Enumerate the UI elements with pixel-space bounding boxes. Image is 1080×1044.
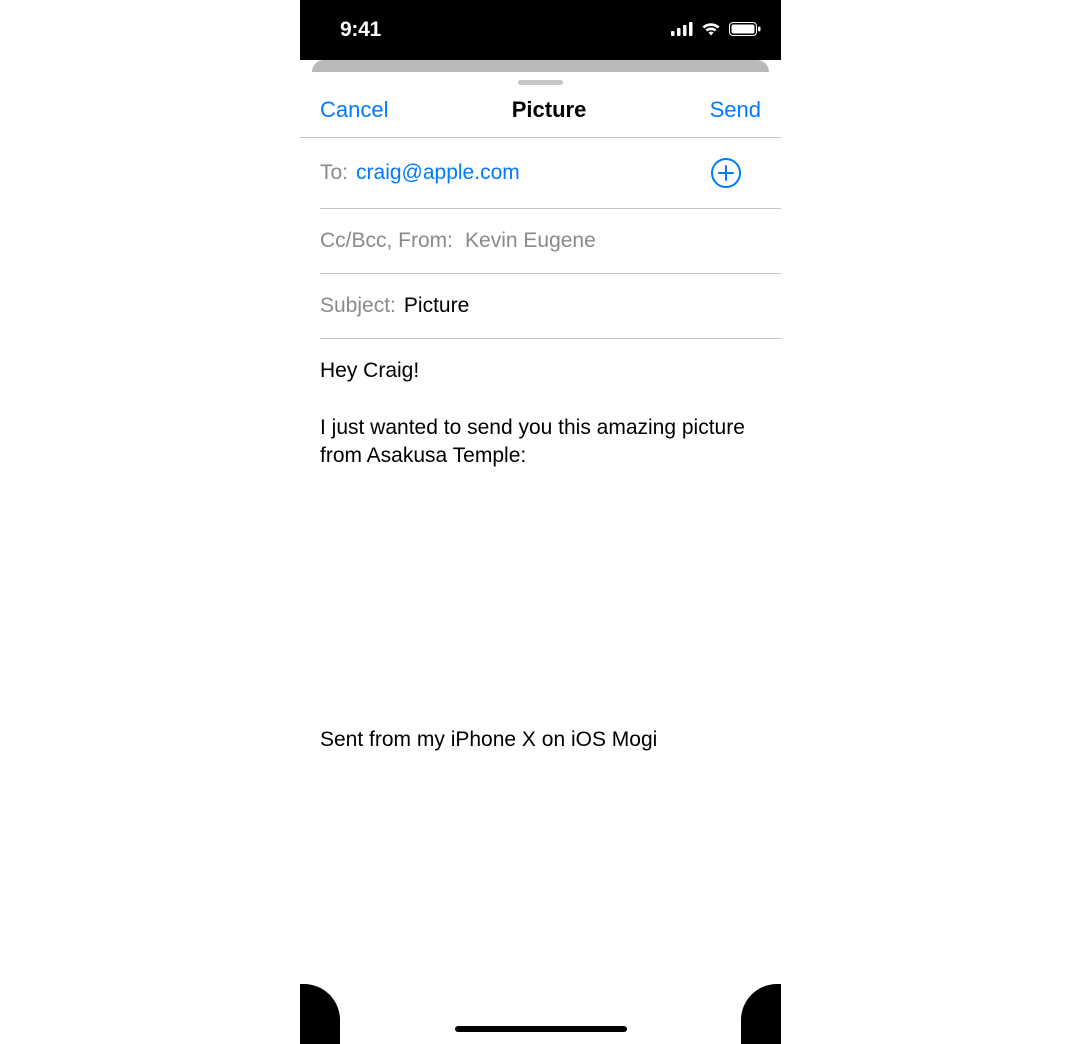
wifi-icon (701, 18, 721, 42)
nav-bar: Cancel Picture Send (300, 89, 781, 137)
sheet-grabber[interactable] (518, 80, 563, 85)
nav-title: Picture (512, 97, 587, 123)
plus-icon (718, 165, 734, 181)
corner-right (741, 984, 781, 1044)
status-time: 9:41 (340, 18, 381, 42)
send-button[interactable]: Send (710, 97, 761, 123)
home-indicator[interactable] (455, 1026, 627, 1032)
ccbcc-label: Cc/Bcc, From: (320, 229, 453, 253)
to-field-row[interactable]: To: craig@apple.com (320, 138, 781, 209)
attachment-placeholder[interactable] (300, 488, 781, 728)
cellular-icon (671, 18, 693, 42)
cancel-button[interactable]: Cancel (320, 97, 388, 123)
phone-frame: 9:41 (300, 0, 781, 1044)
status-icons-group (671, 18, 761, 42)
body-area[interactable]: Hey Craig! I just wanted to send you thi… (300, 339, 781, 488)
subject-label: Subject: (320, 294, 396, 318)
bottom-corners (300, 984, 781, 1044)
body-paragraph[interactable]: I just wanted to send you this amazing p… (320, 414, 761, 471)
corner-left (300, 984, 340, 1044)
notch (431, 0, 651, 35)
to-label: To: (320, 161, 348, 185)
battery-icon (729, 18, 761, 42)
ccbcc-field-row[interactable]: Cc/Bcc, From: Kevin Eugene (320, 209, 781, 274)
signature-text[interactable]: Sent from my iPhone X on iOS Mogi (300, 728, 781, 752)
from-value: Kevin Eugene (465, 229, 596, 253)
body-greeting[interactable]: Hey Craig! (320, 357, 761, 385)
to-value[interactable]: craig@apple.com (356, 161, 520, 185)
add-contact-button[interactable] (711, 158, 741, 188)
compose-sheet: Cancel Picture Send To: craig@apple.com … (300, 80, 781, 752)
subject-field-row[interactable]: Subject: Picture (320, 274, 781, 339)
sheet-backdrop (312, 60, 769, 72)
subject-value[interactable]: Picture (404, 294, 469, 318)
